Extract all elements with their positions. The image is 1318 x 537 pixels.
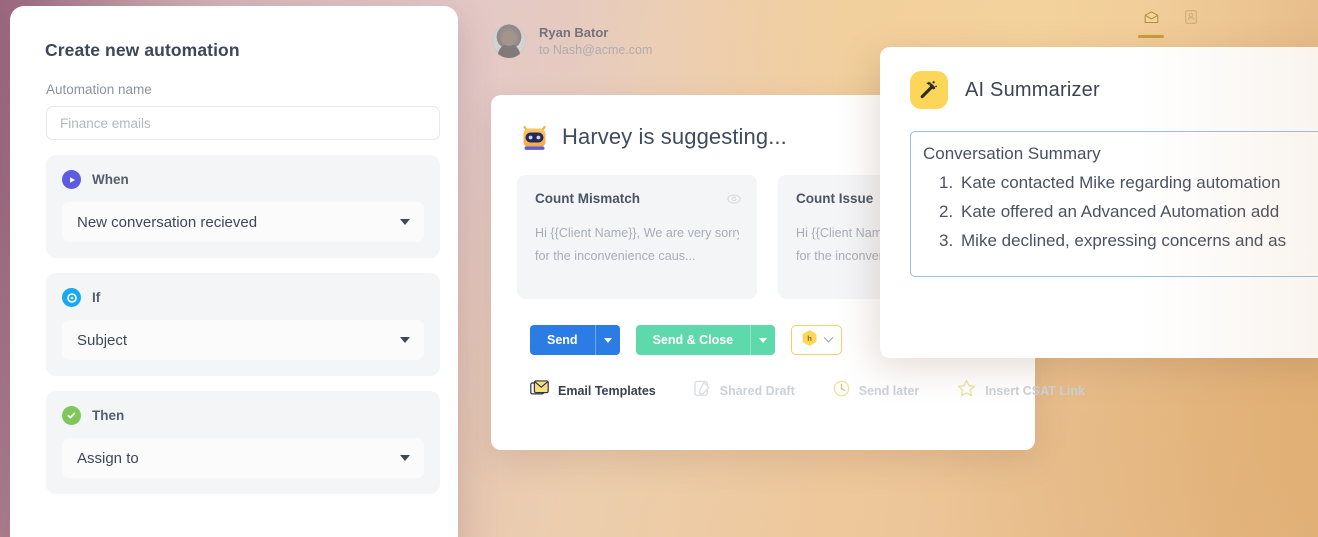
rule-label-then: Then xyxy=(92,408,125,423)
page-title: Create new automation xyxy=(45,40,240,60)
send-button-label: Send xyxy=(547,333,578,347)
ai-summarizer-title: AI Summarizer xyxy=(965,78,1100,101)
settings-circle-icon xyxy=(62,288,81,307)
chevron-down-icon xyxy=(400,455,410,461)
suggestion-body-line1: Hi {{Client Name}}, We are very sorry xyxy=(535,226,739,240)
email-templates-button[interactable]: Email Templates xyxy=(530,379,656,402)
summary-item-text: Kate contacted Mike regarding automation xyxy=(961,173,1281,192)
harvey-title: Harvey is suggesting... xyxy=(562,124,787,149)
suggestion-title: Count Mismatch xyxy=(535,191,641,206)
magic-wand-icon xyxy=(910,71,948,109)
rule-block-when: When New conversation recieved xyxy=(46,155,440,258)
rule-value-when: New conversation recieved xyxy=(77,213,258,231)
rule-label-if: If xyxy=(92,290,101,305)
tab-inactive-underline xyxy=(1178,35,1204,38)
rule-block-if: If Subject xyxy=(46,273,440,376)
suggestion-card-count-mismatch[interactable]: Count Mismatch Hi {{Client Name}}, We ar… xyxy=(517,175,757,299)
harvey-robot-icon xyxy=(519,121,550,153)
rule-head-when: When xyxy=(62,170,424,189)
recipient-address: to Nash@acme.com xyxy=(539,42,653,57)
check-circle-icon xyxy=(62,406,81,425)
inbox-icon xyxy=(1144,7,1159,27)
yellow-hexagon-icon: h xyxy=(801,329,818,352)
rule-head-if: If xyxy=(62,288,424,307)
chevron-down-icon xyxy=(823,332,834,343)
contact-card-icon xyxy=(1185,7,1197,27)
chevron-down-icon xyxy=(759,337,768,343)
tool-label: Send later xyxy=(858,383,920,398)
send-later-button[interactable]: Send later xyxy=(833,380,919,402)
tab-inbox[interactable] xyxy=(1138,2,1164,38)
automation-name-label: Automation name xyxy=(46,82,152,97)
automation-name-input[interactable]: Finance emails xyxy=(46,106,440,140)
automation-name-placeholder: Finance emails xyxy=(60,115,151,131)
conversation-summary-textarea[interactable]: Conversation Summary 1. Kate contacted Mi… xyxy=(910,131,1318,277)
eye-icon[interactable] xyxy=(727,191,741,209)
summary-item-text: Kate offered an Advanced Automation add xyxy=(961,202,1280,222)
create-automation-panel: Create new automation Automation name Fi… xyxy=(10,6,458,537)
summary-heading: Conversation Summary xyxy=(923,144,1101,163)
summary-item-text: Mike declined, expressing concerns and a… xyxy=(961,231,1287,251)
summary-item-number: 3. xyxy=(939,231,954,251)
send-button[interactable]: Send xyxy=(530,325,620,355)
summary-item-number: 2. xyxy=(939,202,954,222)
send-dropdown-toggle[interactable] xyxy=(594,325,620,355)
sender-name: Ryan Bator xyxy=(539,25,609,40)
play-circle-icon xyxy=(62,170,81,189)
clock-icon xyxy=(833,380,850,402)
send-and-close-button[interactable]: Send & Close xyxy=(635,325,776,355)
rule-value-then: Assign to xyxy=(77,449,139,467)
chevron-down-icon xyxy=(400,337,410,343)
suggestion-body-line2: for the inconvenience caus... xyxy=(535,249,696,264)
rule-block-then: Then Assign to xyxy=(46,391,440,494)
compose-toolbar: Email Templates Shared Draft Send later … xyxy=(530,379,1085,402)
star-icon xyxy=(957,379,976,402)
rule-label-when: When xyxy=(92,172,129,187)
summary-list-item: 2. Kate offered an Advanced Automation ad… xyxy=(923,197,1318,226)
app-background: Create new automation Automation name Fi… xyxy=(0,0,1318,537)
tool-label: Insert CSAT Link xyxy=(985,383,1085,398)
shared-draft-button[interactable]: Shared Draft xyxy=(693,380,795,402)
tool-label: Shared Draft xyxy=(719,383,795,398)
rule-select-when[interactable]: New conversation recieved xyxy=(62,202,424,242)
chevron-down-icon xyxy=(603,337,612,343)
tool-label: Email Templates xyxy=(558,383,656,398)
shared-draft-icon xyxy=(693,380,711,402)
macro-button[interactable]: h xyxy=(791,325,843,355)
tab-active-underline xyxy=(1138,35,1164,38)
top-tab-bar xyxy=(1138,2,1204,38)
summary-list-item: 3. Mike declined, expressing concerns and… xyxy=(923,226,1318,255)
tab-contacts[interactable] xyxy=(1178,2,1204,38)
summary-item-number: 1. xyxy=(939,173,954,192)
ai-summarizer-panel: AI Summarizer Conversation Summary 1. Kat… xyxy=(880,47,1318,358)
mail-header: Ryan Bator to Nash@acme.com xyxy=(492,24,653,59)
avatar xyxy=(492,24,526,59)
send-and-close-dropdown-toggle[interactable] xyxy=(750,325,775,355)
chevron-down-icon xyxy=(400,219,410,225)
rule-select-if[interactable]: Subject xyxy=(62,320,424,360)
rule-select-then[interactable]: Assign to xyxy=(62,438,424,478)
summary-list-item: 1. Kate contacted Mike regarding automati… xyxy=(923,168,1318,197)
rule-head-then: Then xyxy=(62,406,424,425)
insert-csat-link-button[interactable]: Insert CSAT Link xyxy=(957,379,1085,402)
svg-text:h: h xyxy=(807,333,812,342)
ai-summarizer-header: AI Summarizer xyxy=(910,71,1318,109)
email-template-icon xyxy=(530,379,549,402)
send-and-close-label: Send & Close xyxy=(652,333,734,347)
rule-value-if: Subject xyxy=(77,331,128,349)
